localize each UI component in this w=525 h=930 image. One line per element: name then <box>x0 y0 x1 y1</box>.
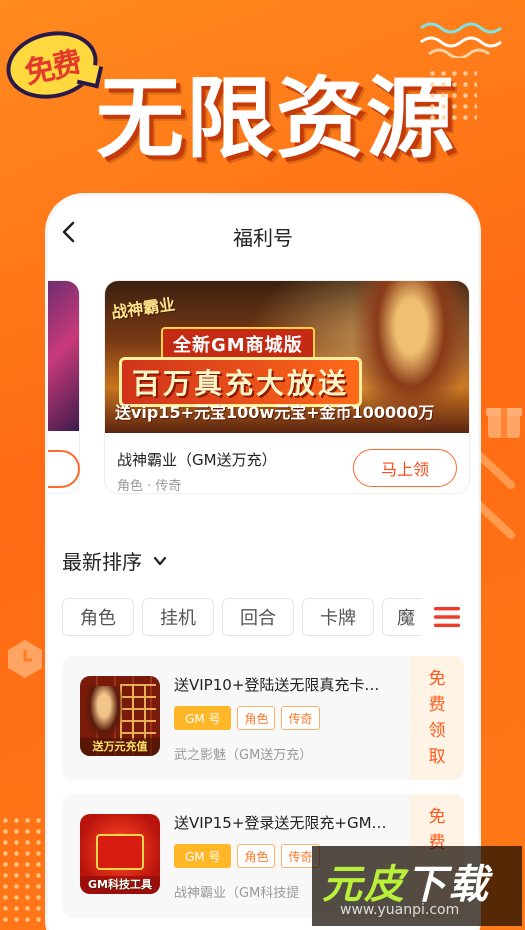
banner-card[interactable]: 战神霸业 全新GM商城版 百万真充大放送 送vip15+元宝100w元宝+金币1… <box>104 280 470 494</box>
item-game-name: 武之影魅（GM送万充） <box>174 748 313 763</box>
stripe-decoration-icon <box>475 451 515 539</box>
game-thumbnail[interactable]: 送万元充值 <box>80 676 160 756</box>
free-claim-char: 免 <box>428 807 446 827</box>
item-game-name: 战神霸业（GM科技提 <box>174 886 300 901</box>
clock-icon <box>8 640 42 678</box>
phone-screen: 福利号 战神霸业 全新GM商城版 百万真充大放送 送vip15+元宝100w元宝… <box>48 196 478 930</box>
free-claim-char: 费 <box>428 695 446 715</box>
tag-chip: 传奇 <box>281 706 320 730</box>
item-title: 送VIP10+登陆送无限真充卡… <box>174 676 380 694</box>
nav-bar: 福利号 <box>48 196 478 274</box>
category-tab-turn-based[interactable]: 回合 <box>222 598 294 636</box>
thumb-grid-art <box>120 684 156 740</box>
category-tabs: 角色 挂机 回合 卡牌 魔 <box>62 598 422 636</box>
banner-image[interactable]: 战神霸业 全新GM商城版 百万真充大放送 送vip15+元宝100w元宝+金币1… <box>105 281 469 433</box>
claim-now-button[interactable]: 马上领 <box>353 449 457 487</box>
free-claim-button[interactable]: 免 费 领 取 <box>410 656 464 780</box>
item-tags: GM 号 角色 传奇 <box>174 844 320 868</box>
banner-game-title: 战神霸业（GM送万充） <box>117 451 277 469</box>
category-tab-card[interactable]: 卡牌 <box>302 598 374 636</box>
free-badge: 免费 <box>0 23 104 107</box>
category-tab-idle[interactable]: 挂机 <box>142 598 214 636</box>
banner-carousel[interactable]: 战神霸业 全新GM商城版 百万真充大放送 送vip15+元宝100w元宝+金币1… <box>48 280 478 500</box>
promo-headline: 无限资源 <box>96 67 457 170</box>
gm-badge: GM 号 <box>174 844 232 868</box>
thumbnail-caption: GM科技工具 <box>80 876 160 894</box>
banner-detail: 送vip15+元宝100w元宝+金币100000万 <box>115 403 435 422</box>
watermark-url: www.yuanpi.com <box>340 902 460 918</box>
banner-game-tags: 角色 · 传奇 <box>117 479 182 494</box>
gift-icon <box>486 408 522 438</box>
category-tab-role[interactable]: 角色 <box>62 598 134 636</box>
banner-subtitle: 全新GM商城版 <box>161 327 315 361</box>
wave-decoration-icon <box>420 22 502 58</box>
thumb-envelope-art <box>96 834 144 870</box>
free-claim-char: 取 <box>428 747 446 767</box>
banner-game-logo: 战神霸业 <box>110 294 177 323</box>
menu-icon[interactable] <box>434 606 460 628</box>
free-badge-text: 免费 <box>21 45 84 92</box>
game-thumbnail[interactable]: GM科技工具 <box>80 814 160 894</box>
free-claim-char: 免 <box>428 669 446 689</box>
dots-decoration <box>427 68 477 124</box>
item-title: 送VIP15+登录送无限充+GM… <box>174 814 387 832</box>
item-tags: GM 号 角色 传奇 <box>174 706 320 730</box>
sort-dropdown[interactable]: 最新排序 <box>62 546 168 575</box>
tag-chip: 角色 <box>237 844 276 868</box>
category-tab-magic[interactable]: 魔 <box>382 598 422 636</box>
chevron-down-icon <box>153 556 167 565</box>
tag-chip: 角色 <box>237 706 276 730</box>
site-watermark: 元皮下载 www.yuanpi.com <box>312 846 522 926</box>
page-title: 福利号 <box>233 226 293 250</box>
thumb-hero-art <box>84 686 124 742</box>
promo-header: 免费 无限资源 <box>0 0 525 200</box>
free-claim-char: 领 <box>428 721 446 741</box>
previous-banner-image <box>48 281 79 431</box>
gm-badge: GM 号 <box>174 706 232 730</box>
dots-decoration-left <box>0 815 50 925</box>
sort-label: 最新排序 <box>62 550 142 574</box>
thumbnail-caption: 送万元充值 <box>80 738 160 756</box>
list-item[interactable]: 送万元充值 送VIP10+登陆送无限真充卡… GM 号 角色 传奇 武之影魅（G… <box>62 656 464 780</box>
